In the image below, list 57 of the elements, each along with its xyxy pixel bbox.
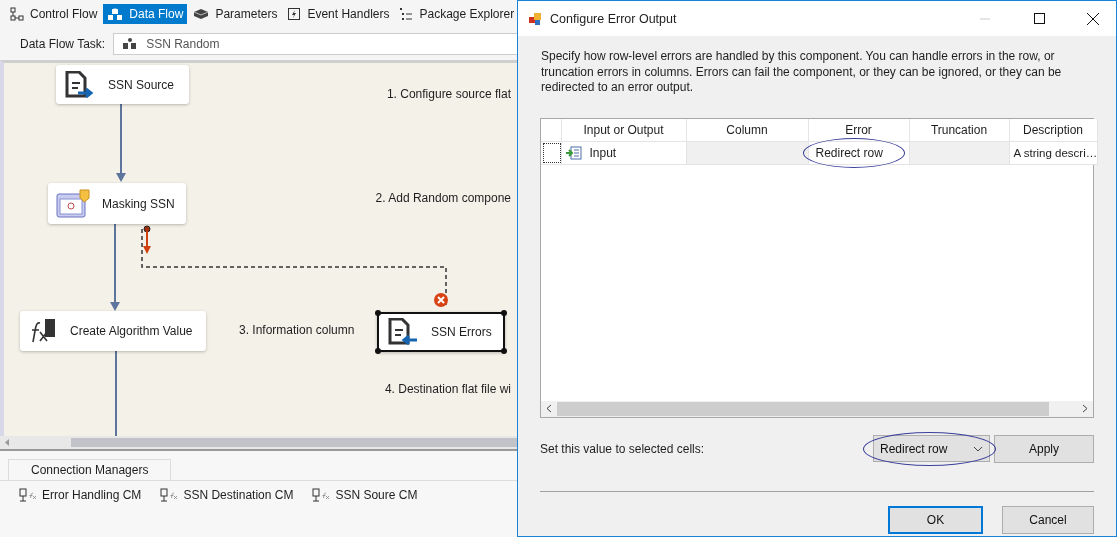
form-shield-icon (56, 188, 90, 219)
column-header[interactable]: Error (808, 118, 909, 141)
list-icon (399, 7, 414, 21)
column-header[interactable]: Input or Output (561, 118, 686, 141)
row-header[interactable] (543, 142, 560, 163)
connection-fx-icon (159, 488, 180, 502)
error-icon (434, 293, 448, 307)
error-arrow (143, 225, 151, 254)
description-text: Specify how row-level errors are handled by this component. You can handle errors in the row, or truncation errors in columns. Errors can fail the component, or they can be ignored, or they can be redirected to an error output. (541, 49, 1063, 96)
designer-tab[interactable]: Package Explorer (395, 4, 519, 24)
horizontal-scrollbar[interactable] (0, 436, 517, 449)
database-icon (122, 38, 139, 50)
scroll-left-icon[interactable] (546, 404, 552, 413)
component-node[interactable]: SSN Errors (377, 312, 505, 352)
designer-tab[interactable]: Control Flow (6, 4, 102, 24)
connection-fx-icon (18, 488, 38, 502)
annotation-text: 2. Add Random compone (375, 191, 511, 205)
connection-managers-tab[interactable]: Connection Managers (8, 459, 172, 480)
column-header[interactable]: Truncation (909, 118, 1009, 141)
document-arrow-icon (64, 70, 96, 99)
table-cell: Input (565, 145, 682, 160)
horizontal-scrollbar[interactable] (541, 400, 1093, 417)
cancel-button[interactable]: Cancel (1002, 505, 1094, 534)
database-icon (107, 7, 124, 21)
maximize-icon[interactable] (1033, 13, 1045, 24)
connection-manager-item[interactable]: SSN Soure CM (311, 488, 418, 502)
connection-manager-item[interactable]: SSN Destination CM (159, 488, 294, 502)
connection-manager-item[interactable]: Error Handling CM (18, 488, 142, 502)
column-header[interactable]: Column (686, 118, 808, 141)
chevron-icon (973, 445, 983, 452)
set-value-label: Set this value to selected cells: (540, 441, 706, 456)
annotation-text: 3. Information column (239, 323, 355, 337)
connection-fx-icon (311, 488, 332, 502)
column-header[interactable]: Description (1009, 118, 1097, 141)
designer-tab[interactable]: Data Flow (103, 4, 188, 24)
apply-button[interactable]: Apply (994, 434, 1094, 463)
component-node[interactable]: Create Algorithm Value (20, 311, 206, 351)
annotation-text: 4. Destination flat file wi (384, 382, 511, 396)
designer-tab[interactable]: Parameters (189, 4, 282, 24)
task-field[interactable]: SSN Random (113, 33, 517, 55)
value-dropdown[interactable]: Redirect row (873, 435, 990, 462)
input-list-icon (565, 145, 582, 160)
annotation-text: 1. Configure source flat (386, 87, 511, 101)
component-node[interactable]: SSN Source (56, 65, 189, 104)
component-node[interactable]: Masking SSN (48, 183, 186, 224)
ok-button[interactable]: OK (888, 505, 983, 534)
lightning-icon (287, 7, 302, 21)
flow-chart-icon (10, 7, 24, 21)
box-icon (193, 7, 210, 21)
app-icon (528, 11, 542, 26)
document-arrow-icon (387, 318, 419, 346)
close-icon[interactable] (1087, 12, 1099, 25)
window-title: Configure Error Output (550, 11, 678, 26)
designer-tab[interactable]: Event Handlers (283, 4, 394, 24)
table-cell-text: Redirect row (814, 145, 883, 160)
scroll-right-icon[interactable] (1082, 404, 1088, 413)
task-label: Data Flow Task: (20, 37, 106, 51)
